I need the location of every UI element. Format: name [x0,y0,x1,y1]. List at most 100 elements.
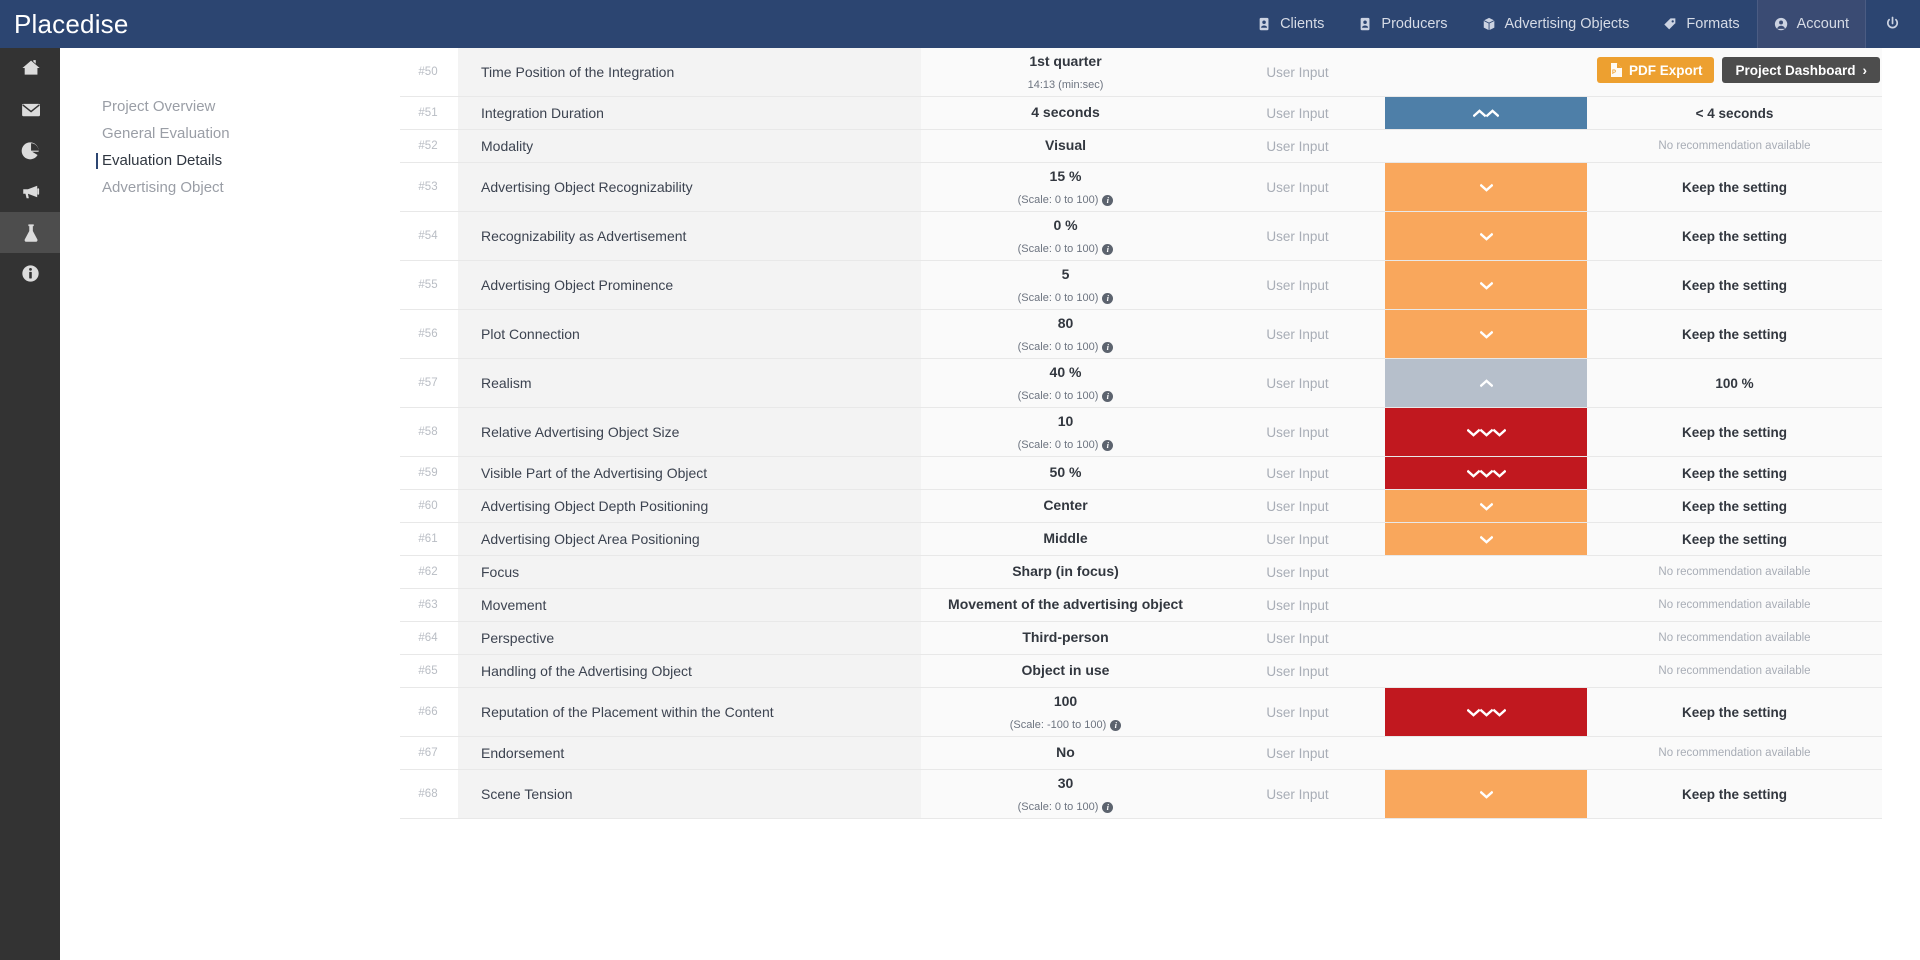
criterion-value-cell: Third-person [921,622,1210,654]
info-icon[interactable]: i [1102,802,1113,813]
table-row[interactable]: #65Handling of the Advertising ObjectObj… [398,655,1882,688]
table-row[interactable]: #62FocusSharp (in focus)User InputNo rec… [398,556,1882,589]
rating-indicator-cell[interactable] [1385,97,1587,129]
value-source: User Input [1210,556,1385,588]
topnav-item-formats[interactable]: Formats [1646,0,1756,48]
value-source: User Input [1210,770,1385,818]
table-row[interactable]: #59Visible Part of the Advertising Objec… [398,457,1882,490]
subnav-item-general-evaluation[interactable]: General Evaluation [60,120,400,147]
info-icon[interactable]: i [1110,720,1121,731]
logout-button[interactable] [1866,0,1920,48]
criterion-value-cell: 15 %(Scale: 0 to 100)i [921,163,1210,211]
pie-chart-icon [21,141,40,160]
criterion-value-cell: 0 %(Scale: 0 to 100)i [921,212,1210,260]
info-icon[interactable]: i [1102,440,1113,451]
sidebar-item-megaphone[interactable] [0,171,60,212]
rating-indicator-cell[interactable] [1385,622,1587,654]
subnav-item-label: Project Overview [102,98,215,115]
project-dashboard-button[interactable]: Project Dashboard › [1722,57,1880,83]
table-row[interactable]: #55Advertising Object Prominence5(Scale:… [398,261,1882,310]
brand-logo[interactable]: Placedise [0,0,240,48]
table-row[interactable]: #68Scene Tension30(Scale: 0 to 100)iUser… [398,770,1882,819]
table-row[interactable]: #51Integration Duration4 secondsUser Inp… [398,97,1882,130]
criterion-name: Realism [458,359,921,407]
value-source: User Input [1210,622,1385,654]
rating-indicator-cell[interactable] [1385,556,1587,588]
sidebar-item-flask[interactable] [0,212,60,253]
info-icon[interactable]: i [1102,293,1113,304]
sidebar-item-envelope[interactable] [0,89,60,130]
info-icon[interactable]: i [1102,244,1113,255]
criterion-value-cell: Visual [921,130,1210,162]
rating-indicator-cell[interactable] [1385,212,1587,260]
pdf-export-button[interactable]: P PDF Export [1597,57,1715,83]
table-row[interactable]: #57Realism40 %(Scale: 0 to 100)iUser Inp… [398,359,1882,408]
topnav-item-advertising-objects[interactable]: Advertising Objects [1465,0,1647,48]
table-row[interactable]: #67EndorsementNoUser InputNo recommendat… [398,737,1882,770]
rating-indicator-cell[interactable] [1385,48,1587,96]
subnav-item-label: Advertising Object [102,179,224,196]
subnav-item-project-overview[interactable]: Project Overview [60,93,400,120]
rating-indicator-cell[interactable] [1385,310,1587,358]
rating-indicator-cell[interactable] [1385,688,1587,736]
topnav-item-producers[interactable]: Producers [1341,0,1464,48]
topnav-item-account[interactable]: Account [1757,0,1866,48]
criterion-scale: (Scale: 0 to 100)i [1018,194,1114,206]
recommendation: Keep the setting [1587,310,1882,358]
recommendation: No recommendation available [1587,655,1882,687]
rating-indicator-cell[interactable] [1385,359,1587,407]
criterion-value-cell: 40 %(Scale: 0 to 100)i [921,359,1210,407]
subnav-item-evaluation-details[interactable]: Evaluation Details [60,147,400,174]
rating-indicator-cell[interactable] [1385,261,1587,309]
secondary-navigation: Project Overview General EvaluationEvalua… [60,48,400,960]
sidebar-item-pie-chart[interactable] [0,130,60,171]
rating-indicator-cell[interactable] [1385,523,1587,555]
row-number: #60 [398,490,458,522]
flask-icon [21,223,40,242]
criterion-value-cell: 10(Scale: 0 to 100)i [921,408,1210,456]
row-number: #67 [398,737,458,769]
rating-indicator-cell[interactable] [1385,457,1587,489]
table-row[interactable]: #56Plot Connection80(Scale: 0 to 100)iUs… [398,310,1882,359]
rating-indicator-cell[interactable] [1385,130,1587,162]
table-row[interactable]: #53Advertising Object Recognizability15 … [398,163,1882,212]
rating-indicator-cell[interactable] [1385,408,1587,456]
info-icon[interactable]: i [1102,391,1113,402]
contact-card-icon [1358,17,1373,32]
sidebar-item-info-circle[interactable] [0,253,60,294]
table-row[interactable]: #64PerspectiveThird-personUser InputNo r… [398,622,1882,655]
value-source: User Input [1210,490,1385,522]
chevron-down-icon [1480,232,1493,241]
rating-indicator-cell[interactable] [1385,163,1587,211]
table-row[interactable]: #61Advertising Object Area PositioningMi… [398,523,1882,556]
table-row[interactable]: #54Recognizability as Advertisement0 %(S… [398,212,1882,261]
info-icon[interactable]: i [1102,195,1113,206]
recommendation: < 4 seconds [1587,97,1882,129]
table-row[interactable]: #58Relative Advertising Object Size10(Sc… [398,408,1882,457]
criterion-value: Middle [1043,530,1087,548]
sidebar-item-home[interactable] [0,48,60,89]
chevron-down-icon [1480,330,1493,339]
chevron-up-icon [1480,379,1493,388]
rating-indicator-cell[interactable] [1385,770,1587,818]
subnav-item-advertising-object[interactable]: Advertising Object [60,174,400,201]
criterion-value: Third-person [1022,629,1108,647]
value-source: User Input [1210,212,1385,260]
rating-indicator-cell[interactable] [1385,655,1587,687]
table-row[interactable]: #60Advertising Object Depth PositioningC… [398,490,1882,523]
criterion-value-cell: 5(Scale: 0 to 100)i [921,261,1210,309]
criterion-name: Advertising Object Area Positioning [458,523,921,555]
recommendation: Keep the setting [1587,490,1882,522]
rating-indicator-cell[interactable] [1385,589,1587,621]
table-row[interactable]: #66Reputation of the Placement within th… [398,688,1882,737]
table-row[interactable]: #52ModalityVisualUser InputNo recommenda… [398,130,1882,163]
table-row[interactable]: #63MovementMovement of the advertising o… [398,589,1882,622]
contact-card-icon [1257,17,1272,32]
criterion-scale-text: (Scale: 0 to 100) [1018,341,1099,353]
rating-indicator-cell[interactable] [1385,737,1587,769]
row-number: #50 [398,48,458,96]
topnav-item-clients[interactable]: Clients [1240,0,1341,48]
info-icon[interactable]: i [1102,342,1113,353]
row-number: #55 [398,261,458,309]
rating-indicator-cell[interactable] [1385,490,1587,522]
